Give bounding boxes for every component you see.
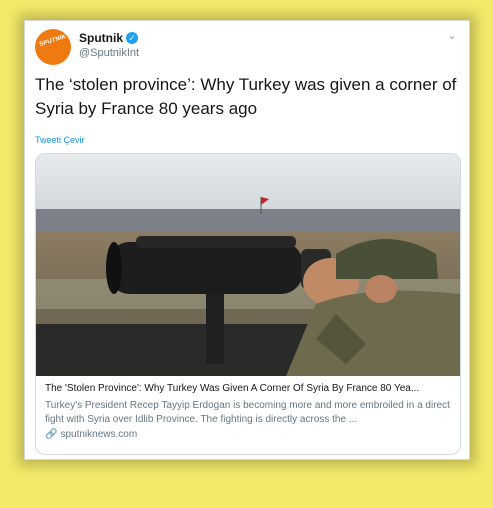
- avatar[interactable]: SPUTNIK: [35, 29, 71, 65]
- link-description: Turkey's President Recep Tayyip Erdogan …: [45, 400, 450, 425]
- link-icon: 🔗: [45, 429, 58, 440]
- link-domain[interactable]: sputniknews.com: [60, 429, 137, 440]
- soldier-face: [365, 275, 397, 303]
- avatar-logo-text: SPUTNIK: [38, 33, 68, 49]
- binoculars-body: [108, 242, 303, 294]
- tweet-header: SPUTNIK Sputnik ✓ @SputnikInt ⌄: [35, 29, 459, 65]
- distant-hills: [36, 209, 460, 234]
- account-handle[interactable]: @SputnikInt: [79, 47, 139, 59]
- tripod: [206, 294, 224, 364]
- binoculars-lens: [106, 242, 122, 294]
- binoculars-top: [136, 236, 296, 248]
- translate-link[interactable]: Tweeti Çevir: [35, 135, 85, 145]
- tweet-text: The ‘stolen province’: Why Turkey was gi…: [35, 75, 457, 118]
- account-name[interactable]: Sputnik: [79, 31, 123, 45]
- link-preview-image[interactable]: [36, 154, 460, 376]
- name-row: Sputnik ✓: [79, 31, 138, 45]
- link-domain-row: 🔗 sputniknews.com: [45, 429, 451, 440]
- link-info: The 'Stolen Province': Why Turkey Was Gi…: [45, 382, 451, 440]
- link-preview-card[interactable]: The 'Stolen Province': Why Turkey Was Gi…: [35, 153, 461, 455]
- link-title[interactable]: The 'Stolen Province': Why Turkey Was Gi…: [45, 382, 451, 396]
- tweet-card: SPUTNIK Sputnik ✓ @SputnikInt ⌄ The ‘sto…: [24, 20, 470, 460]
- verified-badge-icon: ✓: [126, 32, 138, 44]
- chevron-down-icon[interactable]: ⌄: [445, 29, 459, 43]
